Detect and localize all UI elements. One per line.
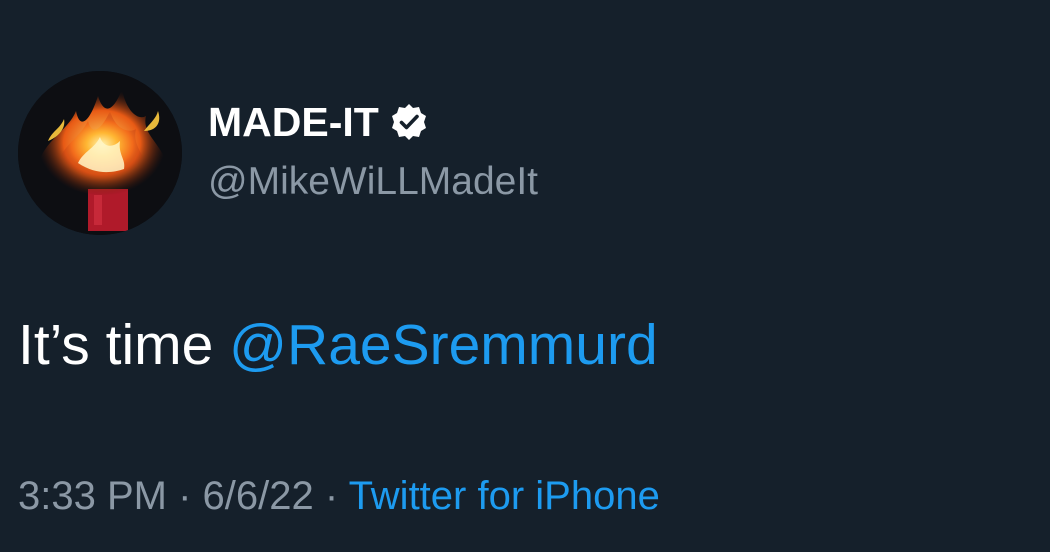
display-name-row: MADE-IT	[208, 96, 429, 148]
mention-link[interactable]: @RaeSremmurd	[229, 313, 657, 377]
tweet-card: MADE-IT @MikeWiLLMadeIt It’s time @RaeSr…	[0, 0, 1050, 552]
tweet-metadata: 3:33 PM · 6/6/22 · Twitter for iPhone	[18, 470, 660, 522]
verified-badge-icon	[389, 102, 429, 142]
tweet-text: It’s time @RaeSremmurd	[18, 310, 658, 380]
meta-separator: ·	[166, 474, 203, 518]
user-handle[interactable]: @MikeWiLLMadeIt	[208, 158, 538, 206]
tweet-source-link[interactable]: Twitter for iPhone	[349, 474, 660, 518]
tweet-date[interactable]: 6/6/22	[203, 474, 314, 518]
avatar[interactable]	[18, 71, 182, 235]
display-name[interactable]: MADE-IT	[208, 96, 379, 148]
tweet-text-body: It’s time	[18, 313, 230, 377]
meta-separator: ·	[313, 474, 349, 518]
flaming-sculpture-avatar	[18, 71, 182, 235]
tweet-time[interactable]: 3:33 PM	[18, 474, 167, 518]
